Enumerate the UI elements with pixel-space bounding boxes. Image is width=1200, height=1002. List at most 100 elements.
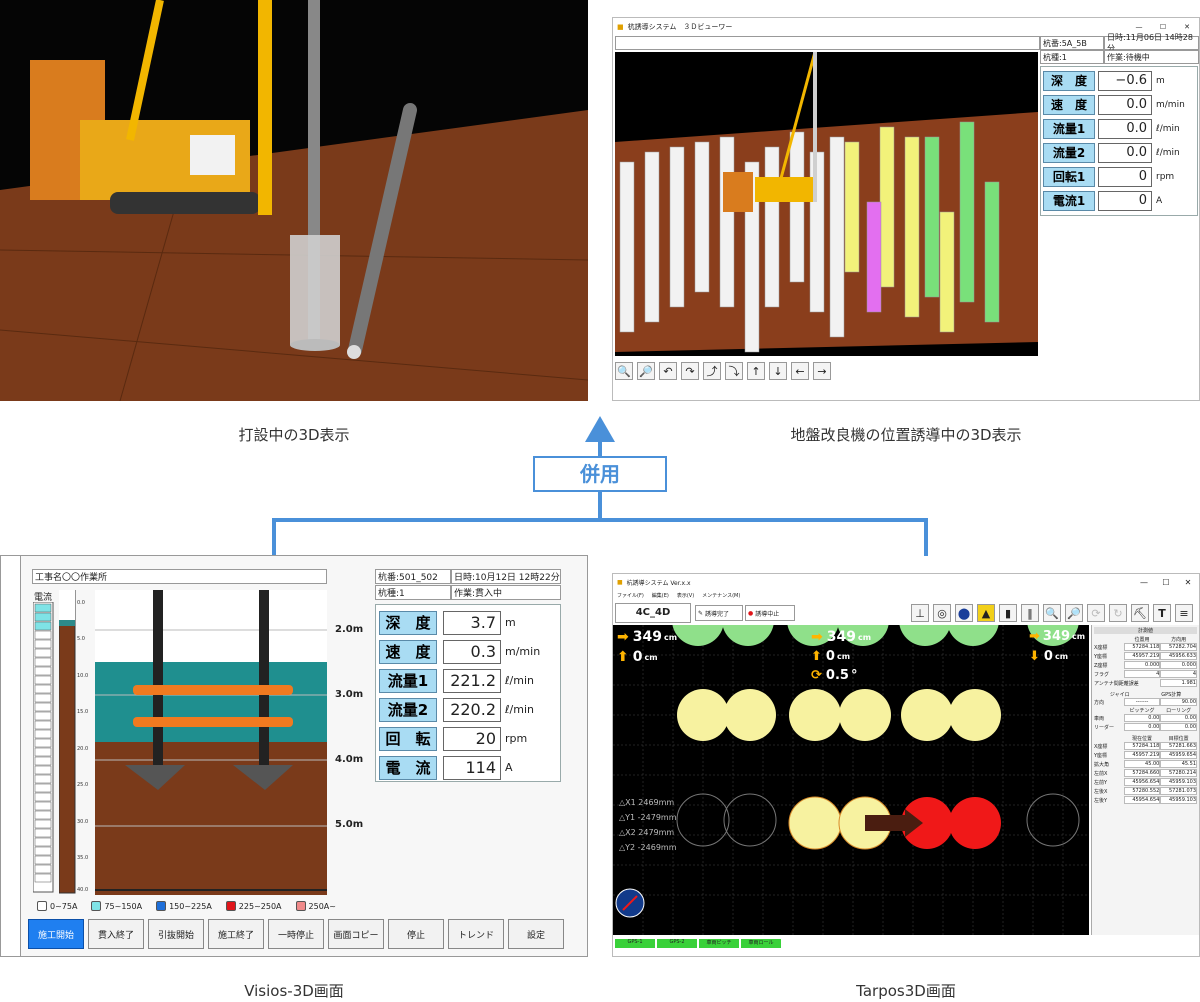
gauge-value: 20 (443, 726, 501, 751)
menu-file[interactable]: ファイル(F) (617, 592, 644, 599)
maximize-button[interactable]: ☐ (1151, 23, 1175, 31)
row-value: 57284.118 (1123, 742, 1161, 750)
minimize-button[interactable]: — (1133, 578, 1155, 587)
gauge-label: 流量2 (379, 697, 437, 722)
guide-complete-button[interactable]: ✎ 誘導完了 (695, 605, 743, 621)
close-button[interactable]: ✕ (1177, 578, 1199, 587)
tilt-up-icon[interactable]: ⤴ (703, 362, 721, 380)
rotate-left-icon[interactable]: ↶ (659, 362, 677, 380)
stop-icon[interactable]: ⬤ (955, 604, 973, 622)
pile-type: 杭種:1 (375, 585, 451, 600)
col-header: ローリング (1166, 708, 1192, 714)
window-title: 杭誘導システム Ver.x.x (626, 579, 691, 587)
row-value: 0.00 (1160, 714, 1198, 722)
mid-x-readout: ➡ 349 cm (811, 629, 871, 645)
crane-icon[interactable]: ⛏ (1131, 604, 1149, 622)
gauge-unit: m (505, 616, 516, 629)
arrow-up-icon[interactable]: ↑ (747, 362, 765, 380)
tick-label: 0.0 (77, 600, 85, 606)
row-value: 45954.654 (1123, 796, 1161, 804)
menu-maintenance[interactable]: メンテナンス(M) (702, 592, 740, 599)
tarpos-map[interactable]: ➡ 349 cm ⬆ 0 cm ➡ 349 cm ⬆ 0 cm ⟳ 0.5 ° … (613, 625, 1089, 935)
antenna-icon[interactable]: T (1153, 604, 1171, 622)
stop-icon: ● (748, 609, 754, 617)
menu-edit[interactable]: 編集(E) (652, 592, 669, 599)
zoom-out-icon[interactable]: 🔎 (637, 362, 655, 380)
pile-tab[interactable]: 4C_4D (615, 603, 691, 623)
menu-view[interactable]: 表示(V) (677, 592, 694, 599)
viewer3d-window: ■ 杭誘導システム ３Ｄビューワー — ☐ ✕ 杭番:5A_5B 日時:11月0… (612, 17, 1200, 401)
legend-label: 75~150A (104, 901, 143, 911)
tick-label: 20.0 (77, 746, 89, 752)
col-header: 方向用 (1171, 637, 1187, 643)
close-button[interactable]: ✕ (1175, 23, 1199, 31)
gauge-value: 0.0 (1098, 143, 1152, 163)
panel-row: X座標 57284.118 57281.663 (1094, 742, 1198, 750)
gauge-value: 114 (443, 755, 501, 780)
gauge-row: 回 転 20 rpm (379, 724, 557, 753)
guide-stop-button[interactable]: ● 誘導中止 (745, 605, 795, 621)
gauge-label: 電流1 (1043, 191, 1095, 211)
connector-label: 併用 (533, 456, 667, 492)
work-status: 作業:待機中 (1104, 50, 1199, 64)
gauge-value: 221.2 (443, 668, 501, 693)
arrow-down-icon[interactable]: ↓ (769, 362, 787, 380)
arrow-right-icon: ➡ (811, 629, 823, 645)
target-icon[interactable]: ◎ (933, 604, 951, 622)
gauge-value: 0 (1098, 167, 1152, 187)
gauge-value: 3.7 (443, 610, 501, 635)
menu-icon[interactable]: ≡ (1175, 604, 1193, 622)
gauge-unit: rpm (1156, 172, 1175, 182)
bell-icon[interactable]: ▲ (977, 604, 995, 622)
minimize-button[interactable]: — (1127, 23, 1151, 31)
zoom-in-icon[interactable]: 🔍 (615, 362, 633, 380)
row-value: 90.00 (1160, 698, 1198, 706)
rotate-right-icon[interactable]: ↷ (681, 362, 699, 380)
project-name: 工事名〇〇作業所 (32, 569, 327, 584)
panel-row: 車両 0.00 0.00 (1094, 714, 1198, 722)
panel-row: Y座標 45957.219 45956.633 (1094, 652, 1198, 660)
pile-no: 杭番:501_502 (375, 569, 451, 584)
gauge-row: 流量1 221.2 ℓ/min (379, 666, 557, 695)
zoom-in-icon[interactable]: 🔍 (1043, 604, 1061, 622)
refresh-icon[interactable]: ⟳ (1087, 604, 1105, 622)
arrow-left-icon[interactable]: ← (791, 362, 809, 380)
maximize-button[interactable]: ☐ (1155, 578, 1177, 587)
start-construction-button[interactable]: 施工開始 (28, 919, 84, 949)
screen-copy-button[interactable]: 画面コピー (328, 919, 384, 949)
panel-row: Y座標 45957.219 45959.654 (1094, 751, 1198, 759)
gauge-unit: m/min (505, 645, 541, 658)
row-value: 45959.103 (1160, 796, 1198, 804)
arrow-right-icon[interactable]: → (813, 362, 831, 380)
tick-label: 35.0 (77, 855, 89, 861)
construction-end-button[interactable]: 施工終了 (208, 919, 264, 949)
row-value: 45956.633 (1160, 652, 1198, 660)
row-label: アンテナ間距離誤差 (1094, 680, 1139, 687)
penetration-end-button[interactable]: 貫入終了 (88, 919, 144, 949)
col-header: 現在位置 (1132, 736, 1153, 742)
row-label: 拡大角 (1094, 761, 1110, 768)
tilt-down-icon[interactable]: ⤵ (725, 362, 743, 380)
row-label: Y座標 (1094, 752, 1108, 759)
row-label: 左後Y (1094, 797, 1108, 804)
panel-header: ジャイロ GPS計算 (1094, 691, 1197, 698)
gauge-row: 電流1 0 A (1043, 189, 1195, 213)
reload-icon[interactable]: ↻ (1109, 604, 1127, 622)
panel-title: 計測値 (1094, 627, 1197, 634)
legend-swatch (156, 901, 167, 911)
withdraw-start-button[interactable]: 引抜開始 (148, 919, 204, 949)
trend-button[interactable]: トレンド (448, 919, 504, 949)
gauge-unit: ℓ/min (1156, 124, 1180, 134)
light-icon[interactable]: ▮ (999, 604, 1017, 622)
stop-button[interactable]: 停止 (388, 919, 444, 949)
visios-window: 工事名〇〇作業所 杭番:501_502 日時:10月12日 12時22分 杭種:… (0, 555, 588, 957)
pile-icon[interactable]: ⊥ (911, 604, 929, 622)
col-header: ピッチング (1129, 708, 1155, 714)
viewer3d-status-strip (615, 36, 1040, 50)
pause-button[interactable]: 一時停止 (268, 919, 324, 949)
ruler-icon[interactable]: ‖ (1021, 604, 1039, 622)
viewer3d-scene[interactable] (615, 51, 1038, 356)
settings-button[interactable]: 設定 (508, 919, 564, 949)
zoom-out-icon[interactable]: 🔎 (1065, 604, 1083, 622)
arrow-right-icon: ➡ (617, 629, 629, 645)
